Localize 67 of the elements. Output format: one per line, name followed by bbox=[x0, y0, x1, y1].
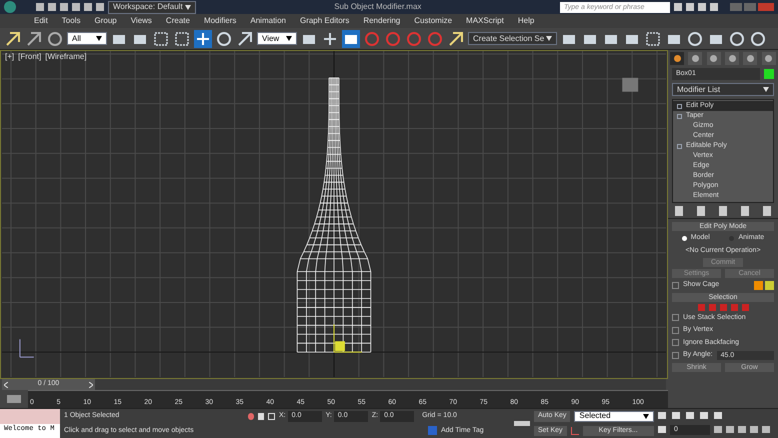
named-selection-dropdown[interactable]: Create Selection Se bbox=[468, 32, 558, 45]
checkbox[interactable] bbox=[672, 326, 679, 334]
menu-item[interactable]: Help bbox=[518, 15, 534, 27]
tab-icon bbox=[710, 55, 718, 62]
move-icon[interactable] bbox=[194, 30, 212, 48]
window-title: Sub Object Modifier.max bbox=[333, 1, 422, 13]
reference-coordinate-dropdown[interactable]: View bbox=[257, 32, 297, 45]
checkbox[interactable] bbox=[672, 352, 679, 359]
axis-gizmo-icon bbox=[334, 324, 362, 353]
tab-icon bbox=[746, 55, 754, 62]
app-logo-icon[interactable] bbox=[4, 1, 16, 13]
dropdown-arrow-icon[interactable] bbox=[763, 87, 769, 92]
panel-tab[interactable] bbox=[762, 52, 776, 65]
cage-color-swatch[interactable] bbox=[754, 280, 763, 290]
menu-item[interactable]: Group bbox=[94, 15, 117, 27]
viewport-label[interactable]: [Wireframe] bbox=[45, 51, 87, 63]
toggle-icon[interactable] bbox=[677, 144, 682, 148]
selection-region-icon[interactable] bbox=[152, 30, 170, 48]
window-crossing-icon[interactable] bbox=[173, 30, 191, 48]
tab-icon bbox=[728, 55, 736, 62]
panel-tab[interactable] bbox=[670, 52, 684, 65]
dropdown-arrow-icon[interactable] bbox=[643, 414, 649, 419]
menu-item[interactable]: Tools bbox=[62, 15, 80, 27]
bind-icon[interactable] bbox=[46, 30, 64, 48]
radio-button[interactable] bbox=[682, 236, 687, 241]
workspace-dropdown[interactable]: Workspace: Default bbox=[108, 0, 196, 14]
checkbox[interactable] bbox=[672, 339, 679, 346]
menu-item[interactable]: Rendering bbox=[363, 15, 400, 27]
tab-icon bbox=[692, 55, 699, 62]
axis-tripod-icon bbox=[19, 338, 34, 358]
menu-item[interactable]: Views bbox=[130, 15, 152, 27]
menu-item[interactable]: MAXScript bbox=[466, 15, 504, 27]
panel-tab[interactable] bbox=[743, 52, 758, 65]
link-icon[interactable] bbox=[4, 30, 22, 48]
menu-item[interactable]: Edit bbox=[34, 15, 48, 27]
menu-item[interactable]: Graph Editors bbox=[300, 15, 350, 27]
menu-item[interactable]: Create bbox=[166, 15, 190, 27]
menu-item[interactable]: Modifiers bbox=[204, 15, 236, 27]
menu-item[interactable]: Animation bbox=[250, 15, 286, 27]
modifier-list-dropdown[interactable]: Modifier List bbox=[672, 83, 774, 96]
panel-tab[interactable] bbox=[688, 52, 702, 65]
tab-icon bbox=[765, 55, 772, 62]
isolate-icon[interactable] bbox=[248, 412, 254, 420]
transform-mode-icon[interactable] bbox=[268, 412, 275, 420]
curve-icon[interactable] bbox=[570, 426, 579, 435]
scale-icon[interactable] bbox=[236, 30, 254, 48]
object-color-swatch[interactable] bbox=[764, 69, 774, 79]
key-mode-dropdown[interactable]: Selected bbox=[574, 410, 654, 422]
dropdown-arrow-icon[interactable] bbox=[286, 36, 292, 41]
menu-item[interactable]: Customize bbox=[414, 15, 452, 27]
checkbox[interactable] bbox=[672, 314, 679, 322]
selection-filter-dropdown[interactable]: All bbox=[67, 32, 107, 45]
unlink-icon[interactable] bbox=[25, 30, 43, 48]
dropdown-arrow-icon[interactable] bbox=[96, 36, 102, 41]
rotate-icon[interactable] bbox=[215, 30, 233, 48]
checkbox[interactable] bbox=[672, 282, 679, 289]
viewport[interactable]: [+] [Front] [Wireframe] bbox=[0, 50, 668, 379]
panel-tab[interactable] bbox=[706, 52, 721, 65]
tab-icon bbox=[674, 55, 681, 62]
cage-color-swatch[interactable] bbox=[765, 280, 774, 290]
maxscript-listener-field[interactable] bbox=[0, 409, 60, 424]
viewport-label[interactable]: [Front] bbox=[18, 51, 42, 63]
dropdown-arrow-icon[interactable] bbox=[184, 4, 191, 10]
panel-tab[interactable] bbox=[725, 52, 740, 65]
dropdown-arrow-icon[interactable] bbox=[546, 36, 552, 41]
viewport-label[interactable]: [+] bbox=[5, 51, 14, 63]
edit-named-selection-icon[interactable] bbox=[447, 30, 465, 48]
